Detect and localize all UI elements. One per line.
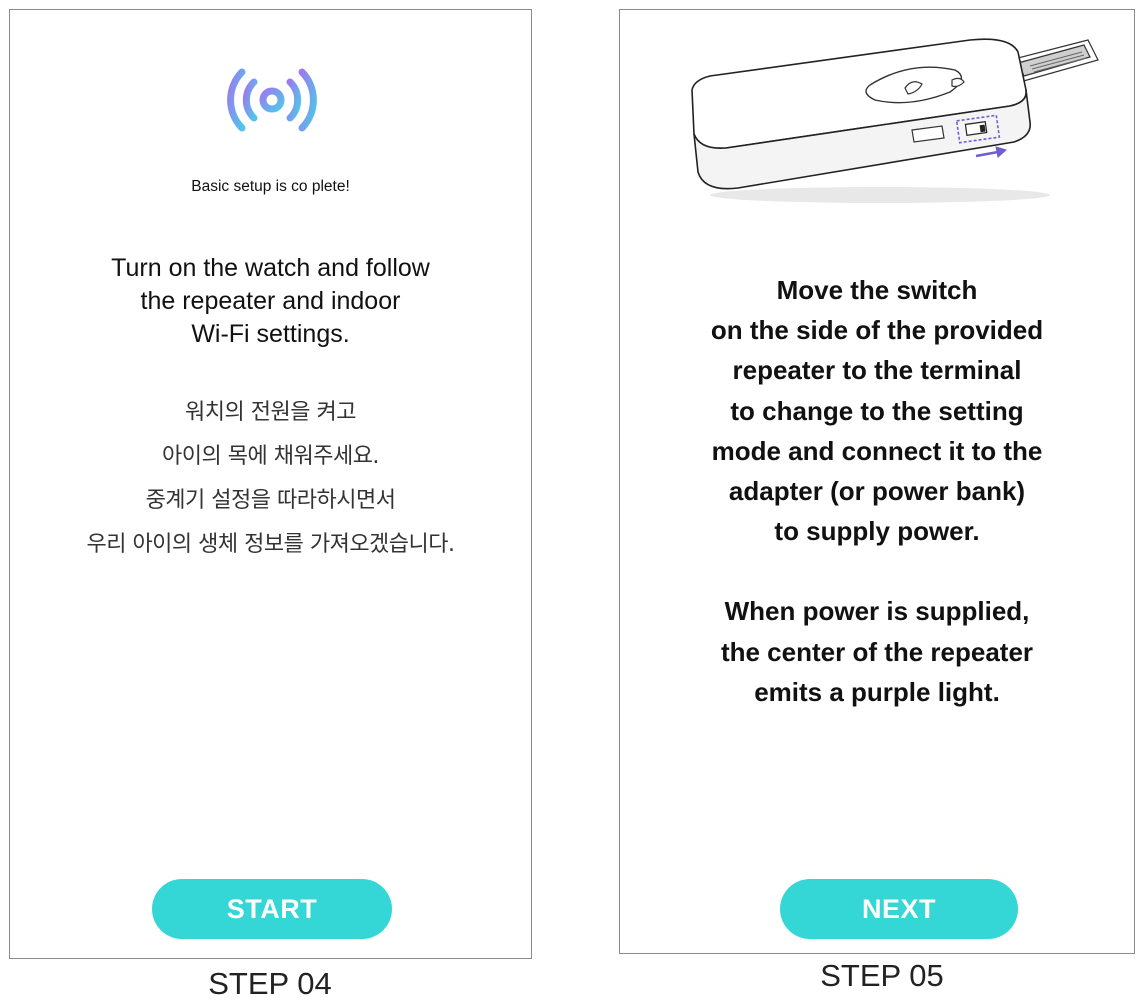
step04-screen: Basic setup is co plete! Turn on the wat… [9, 9, 532, 959]
instruction-english: Turn on the watch and follow the repeate… [10, 252, 531, 351]
slide-direction-arrow [975, 146, 1008, 158]
power-note-line: emits a purple light. [754, 676, 1000, 707]
step05-instructions: Move the switch on the side of the provi… [620, 270, 1134, 712]
wifi-broadcast-icon [220, 66, 324, 156]
instruction-line: repeater to the terminal [732, 355, 1022, 386]
instruction-line: to change to the setting [730, 395, 1024, 426]
instruction-en-line: Turn on the watch and follow [111, 254, 430, 282]
instruction-en-line: the repeater and indoor [140, 287, 401, 315]
instruction-en-line: Wi-Fi settings. [191, 320, 350, 348]
instruction-korean: 워치의 전원을 켜고 아이의 목에 채워주세요. 중계기 설정을 따라하시면서 … [10, 391, 531, 567]
instruction-line: adapter (or power bank) [728, 476, 1026, 507]
power-note-line: the center of the repeater [720, 636, 1034, 667]
next-button[interactable]: NEXT [780, 879, 1018, 939]
instruction-ko-line: 워치의 전원을 켜고 [185, 400, 356, 425]
power-note-line: When power is supplied, [724, 596, 1030, 627]
instruction-line: to supply power. [774, 516, 980, 547]
step05-caption: STEP 05 [820, 958, 944, 993]
setup-complete-text: Basic setup is co plete! [191, 178, 350, 195]
instruction-line: Move the switch [776, 275, 978, 305]
instruction-line: on the side of the provided [710, 315, 1044, 346]
repeater-device-illustration [680, 30, 1110, 210]
step05-screen: Move the switch on the side of the provi… [619, 9, 1135, 954]
instruction-ko-line: 중계기 설정을 따라하시면서 [145, 488, 396, 513]
start-button[interactable]: START [152, 879, 392, 939]
instruction-line: mode and connect it to the [711, 435, 1043, 466]
step04-caption: STEP 04 [208, 966, 332, 1001]
instruction-ko-line: 아이의 목에 채워주세요. [162, 444, 379, 469]
instruction-ko-line: 우리 아이의 생체 정보를 가져오겠습니다. [86, 532, 455, 557]
